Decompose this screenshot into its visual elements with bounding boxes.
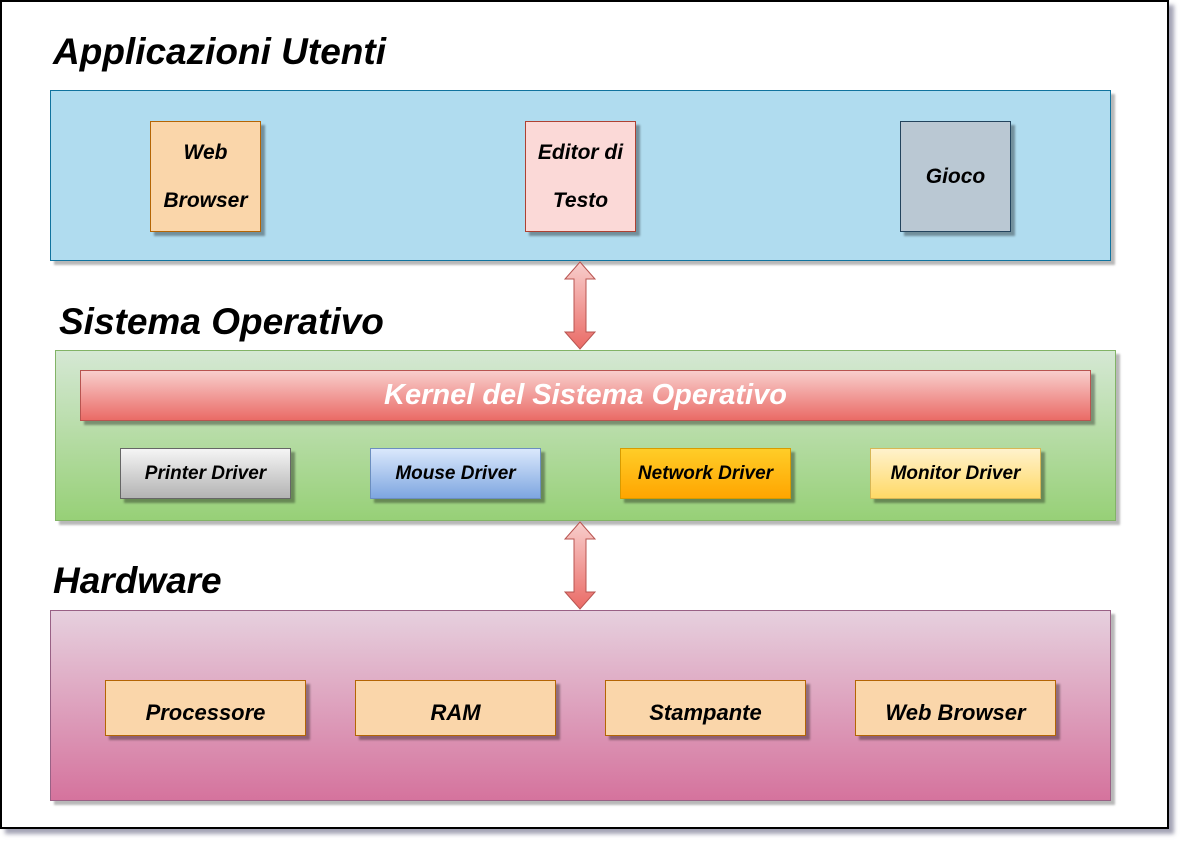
bidirectional-arrow-icon <box>563 521 597 610</box>
hardware-title: Hardware <box>53 560 222 601</box>
app-gioco-label: Gioco <box>925 164 986 188</box>
hw-ram-label: RAM <box>430 700 481 725</box>
app-web-browser-line-2: Browser <box>163 188 248 212</box>
hw-stampante[interactable]: Stampante <box>605 680 806 736</box>
hw-ram[interactable]: RAM <box>355 680 556 736</box>
hw-stampante-label: Stampante <box>649 700 762 725</box>
kernel-bar[interactable]: Kernel del Sistema Operativo <box>80 370 1091 421</box>
app-web-browser-line-1: Web <box>183 140 228 164</box>
bidirectional-arrow-icon <box>563 261 597 350</box>
app-editor-di-testo[interactable]: Editor di Testo <box>525 121 636 232</box>
mouse-driver-label: Mouse Driver <box>395 462 516 484</box>
kernel-label: Kernel del Sistema Operativo <box>384 379 787 411</box>
hw-web-browser-label: Web Browser <box>885 700 1026 725</box>
printer-driver[interactable]: Printer Driver <box>120 448 291 499</box>
hw-web-browser[interactable]: Web Browser <box>855 680 1056 736</box>
mouse-driver[interactable]: Mouse Driver <box>370 448 541 499</box>
network-driver-label: Network Driver <box>637 462 774 484</box>
app-gioco[interactable]: Gioco <box>900 121 1011 232</box>
hw-processore-label: Processore <box>145 700 266 725</box>
app-editor-line-1: Editor di <box>537 140 624 164</box>
operating-system-title: Sistema Operativo <box>59 301 384 342</box>
network-driver[interactable]: Network Driver <box>620 448 791 499</box>
hw-processore[interactable]: Processore <box>105 680 306 736</box>
monitor-driver[interactable]: Monitor Driver <box>870 448 1041 499</box>
applications-title: Applicazioni Utenti <box>53 31 386 72</box>
app-editor-line-2: Testo <box>552 188 609 212</box>
monitor-driver-label: Monitor Driver <box>890 462 1021 484</box>
printer-driver-label: Printer Driver <box>144 462 267 484</box>
app-web-browser[interactable]: Web Browser <box>150 121 261 232</box>
